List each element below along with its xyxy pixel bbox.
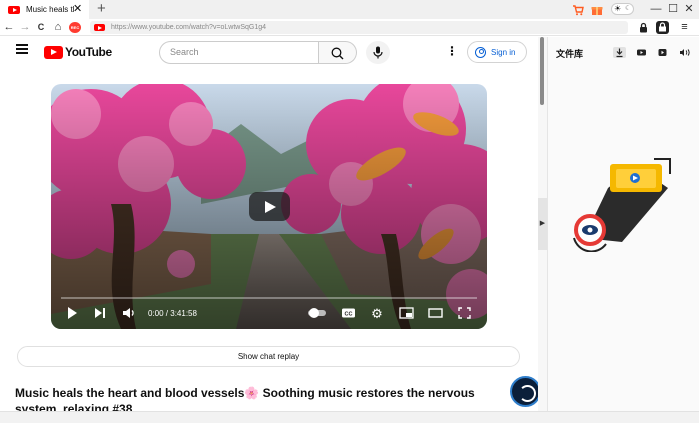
autoplay-toggle[interactable] (306, 306, 328, 321)
back-icon[interactable]: ← (2, 19, 16, 36)
time-display: 0:00 / 3:41:58 (148, 306, 197, 321)
more-options-icon[interactable]: ⋮ (446, 44, 458, 58)
youtube-logo-text: YouTube (65, 45, 112, 59)
microphone-icon (373, 46, 383, 59)
record-button[interactable]: REC (69, 22, 81, 33)
library-panel-title: 文件库 (556, 49, 584, 59)
sign-in-button[interactable]: Sign in (467, 41, 527, 63)
music-icon[interactable] (656, 47, 669, 58)
floating-loading-button[interactable] (510, 376, 541, 407)
url-text: https://www.youtube.com/watch?v=oLwtwSqG… (111, 24, 267, 31)
sun-icon: ☀ (614, 4, 622, 13)
sign-in-label: Sign in (491, 47, 516, 57)
progress-bar[interactable] (61, 297, 477, 299)
panel-collapse-handle[interactable]: ▶ (538, 198, 547, 250)
voice-search-button[interactable] (366, 41, 390, 64)
hamburger-menu-icon[interactable] (16, 44, 28, 54)
reload-icon[interactable]: C (34, 19, 48, 36)
menu-icon[interactable]: ≡ (678, 21, 691, 34)
settings-gear-icon[interactable]: ⚙ (369, 306, 385, 321)
tab-close-icon[interactable]: ✕ (73, 3, 82, 15)
address-bar-row: ← → C ⌂ REC https://www.youtube.com/watc… (0, 19, 699, 36)
large-play-button[interactable] (249, 192, 290, 221)
search-button[interactable] (319, 41, 357, 64)
current-time: 0:00 (148, 309, 164, 318)
scrollbar-thumb[interactable] (540, 37, 544, 105)
youtube-logo-icon (44, 45, 63, 59)
close-window-button[interactable]: ✕ (682, 2, 696, 16)
download-icon[interactable] (613, 47, 626, 58)
new-tab-button[interactable]: + (97, 1, 106, 17)
theater-mode-icon[interactable] (427, 306, 443, 321)
next-icon[interactable] (93, 306, 107, 321)
subtitles-icon[interactable]: CC (340, 306, 356, 321)
audio-icon[interactable] (678, 47, 691, 58)
gift-icon[interactable] (591, 3, 603, 15)
youtube-favicon-icon (8, 5, 20, 14)
extension-icon[interactable] (656, 21, 669, 34)
search-input[interactable]: Search (159, 41, 319, 64)
moon-icon: ☾ (625, 5, 632, 12)
cart-icon[interactable] (572, 3, 584, 16)
forward-icon[interactable]: → (18, 19, 32, 36)
fullscreen-icon[interactable] (457, 306, 472, 321)
volume-icon[interactable] (121, 306, 137, 321)
lock-icon[interactable] (637, 21, 650, 34)
user-icon (475, 46, 486, 58)
tab-title: Music heals th (26, 5, 74, 14)
play-icon[interactable] (65, 306, 79, 321)
maximize-button[interactable]: ☐ (666, 2, 680, 16)
svg-text:CC: CC (344, 312, 352, 318)
show-chat-replay-button[interactable]: Show chat replay (17, 346, 520, 367)
miniplayer-icon[interactable] (398, 306, 414, 321)
search-icon (331, 47, 344, 60)
youtube-logo[interactable]: YouTube (44, 45, 112, 59)
total-time: 3:41:58 (170, 309, 197, 318)
minimize-button[interactable]: — (649, 2, 663, 16)
video-icon[interactable] (635, 47, 648, 58)
browser-tab[interactable]: Music heals th ✕ (0, 0, 89, 19)
url-field[interactable]: https://www.youtube.com/watch?v=oLwtwSqG… (90, 21, 628, 34)
status-bar (0, 411, 699, 423)
theme-toggle[interactable]: ☀ ☾ (611, 3, 634, 15)
empty-library-illustration (566, 156, 674, 253)
youtube-favicon-icon (94, 24, 105, 31)
home-icon[interactable]: ⌂ (51, 19, 65, 36)
